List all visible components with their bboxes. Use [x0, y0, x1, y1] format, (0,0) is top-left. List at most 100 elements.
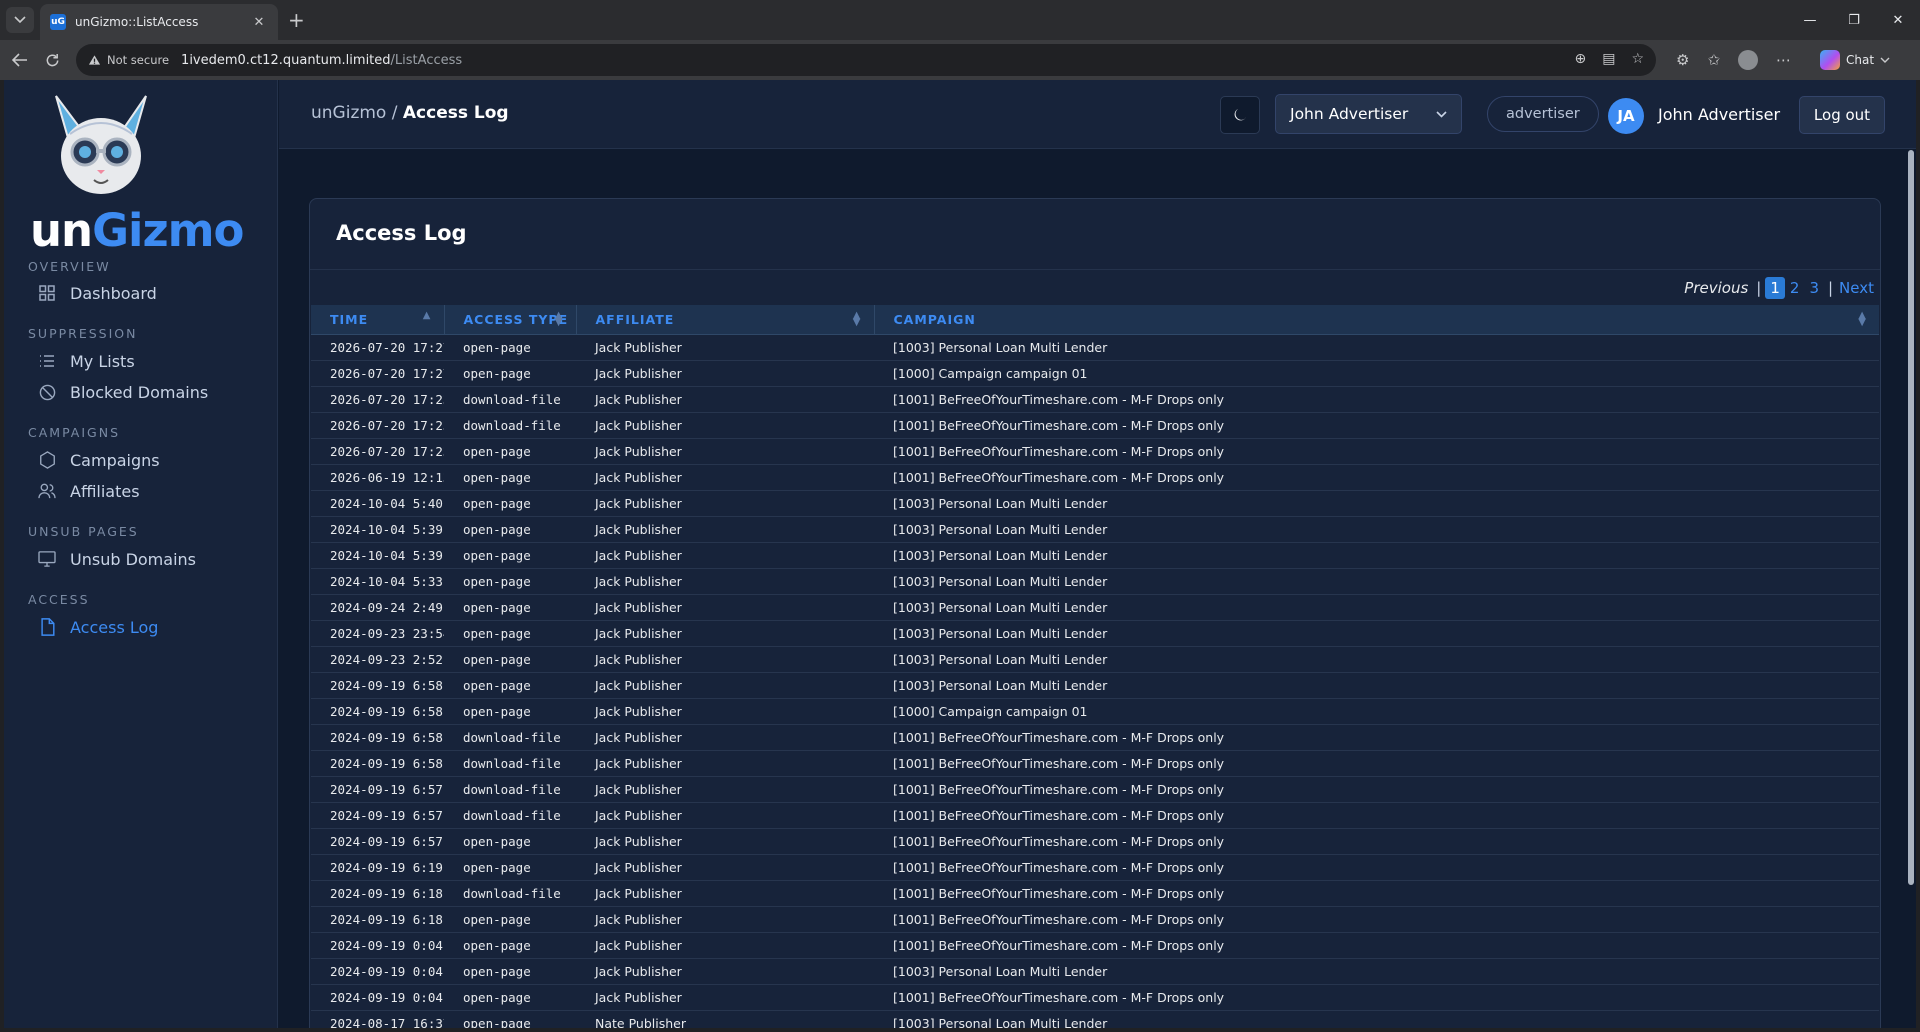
cell-time: 2024-09-19 6:57 — [311, 776, 444, 803]
table-row: 2024-10-04 5:39 open-page Jack Publisher [1… — [311, 516, 1879, 543]
cell-affiliate: Jack Publisher — [576, 360, 874, 387]
list-icon — [36, 350, 58, 372]
cell-campaign: [1001] BeFreeOfYourTimeshare.com - M-F D… — [874, 464, 1879, 491]
cell-campaign: [1003] Personal Loan Multi Lender — [874, 620, 1879, 647]
minimize-icon[interactable]: — — [1788, 0, 1832, 40]
sidebar-item-campaigns[interactable]: Campaigns — [36, 449, 160, 471]
warning-icon — [88, 55, 101, 65]
zoom-icon[interactable]: ⊕ — [1574, 51, 1586, 67]
cell-access-type: open-page — [444, 568, 576, 595]
column-header-campaign[interactable]: CAMPAIGN ▲ ▼ — [874, 305, 1879, 335]
pagination-previous[interactable]: Previous — [1684, 279, 1748, 297]
address-bar[interactable]: Not secure 1ivedem0.ct12.quantum.limited… — [76, 44, 1656, 76]
user-name: John Advertiser — [1658, 105, 1781, 124]
sidebar-item-my-lists[interactable]: My Lists — [36, 350, 135, 372]
cell-time: 2024-09-19 6:18 — [311, 906, 444, 933]
cell-affiliate: Jack Publisher — [576, 750, 874, 777]
window-controls: — ❐ ✕ — [1788, 0, 1920, 40]
column-header-access-type[interactable]: ACCESS TYPE ▲ ▼ — [444, 305, 577, 335]
cat-mascot-icon — [55, 95, 147, 194]
cell-time: 2024-09-23 2:52 — [311, 646, 444, 673]
table-row: 2026-06-19 12:13 open-page Jack Publisher[… — [311, 464, 1879, 491]
star-icon[interactable]: ☆ — [1631, 51, 1644, 67]
close-window-icon[interactable]: ✕ — [1876, 0, 1920, 40]
hexagon-icon — [36, 449, 58, 471]
cell-affiliate: Jack Publisher — [576, 516, 874, 543]
divider — [310, 269, 1880, 270]
extensions-icon[interactable]: ⚙ — [1676, 51, 1689, 69]
table-body: 2026-07-20 17:27 open-page Jack Publisher[… — [311, 334, 1879, 1028]
sidebar-item-unsub-domains[interactable]: Unsub Domains — [36, 548, 196, 570]
table-row: 2024-09-19 0:04 open-page Jack Publisher [1… — [311, 932, 1879, 959]
sort-asc-icon: ▲ — [422, 310, 432, 321]
table-row: 2024-09-19 6:57 download-file Jack Publish… — [311, 802, 1879, 829]
new-tab-icon[interactable]: + — [288, 8, 305, 32]
back-icon[interactable] — [8, 48, 32, 72]
cell-time: 2024-09-19 6:58 — [311, 698, 444, 725]
logout-button[interactable]: Log out — [1799, 96, 1885, 134]
pagination-page-1[interactable]: 1 — [1765, 277, 1785, 299]
sidebar-item-access-log[interactable]: Access Log — [36, 616, 158, 638]
sort-icon: ▲ ▼ — [554, 310, 564, 328]
cell-affiliate: Jack Publisher — [576, 464, 874, 491]
cell-campaign: [1003] Personal Loan Multi Lender — [874, 594, 1879, 621]
more-icon[interactable]: ⋯ — [1776, 51, 1791, 69]
sidebar-item-dashboard[interactable]: Dashboard — [36, 282, 157, 304]
reader-mode-icon[interactable]: ▤ — [1602, 51, 1615, 67]
tab-list-button[interactable] — [6, 7, 34, 33]
cell-access-type: open-page — [444, 1010, 576, 1028]
chat-button[interactable]: Chat — [1820, 48, 1890, 72]
cell-time: 2026-07-20 17:27 — [311, 334, 444, 361]
cell-time: 2024-09-19 6:57 — [311, 828, 444, 855]
cell-access-type: open-page — [444, 854, 576, 881]
browser-toolbar: Not secure 1ivedem0.ct12.quantum.limited… — [0, 40, 1920, 80]
favorites-icon[interactable]: ✩ — [1707, 51, 1720, 69]
cell-campaign: [1001] BeFreeOfYourTimeshare.com - M-F D… — [874, 906, 1879, 933]
table-row: 2024-09-19 6:58 open-page Jack Publisher [1… — [311, 672, 1879, 699]
cell-access-type: open-page — [444, 906, 576, 933]
profile-avatar[interactable] — [1738, 50, 1759, 70]
sidebar-item-blocked-domains[interactable]: Blocked Domains — [36, 381, 208, 403]
page-scrollbar[interactable] — [1906, 150, 1916, 1028]
breadcrumb-root[interactable]: unGizmo — [311, 103, 386, 123]
sidebar-item-label: Unsub Domains — [70, 549, 196, 569]
column-header-affiliate[interactable]: AFFILIATE ▲ ▼ — [576, 305, 875, 335]
cell-campaign: [1001] BeFreeOfYourTimeshare.com - M-F D… — [874, 438, 1879, 465]
user-switcher-select[interactable]: John Advertiser — [1275, 94, 1462, 134]
pagination-page-2[interactable]: 2 — [1785, 279, 1805, 297]
restore-icon[interactable]: ❐ — [1832, 0, 1876, 40]
cell-affiliate: Jack Publisher — [576, 438, 874, 465]
cell-campaign: [1000] Campaign campaign 01 — [874, 360, 1879, 387]
table-row: 2024-09-24 2:49 open-page Jack Publisher [1… — [311, 594, 1879, 621]
avatar[interactable]: JA — [1608, 98, 1644, 134]
cell-campaign: [1000] Campaign campaign 01 — [874, 698, 1879, 725]
pagination: Previous | 1 2 3 | Next — [1684, 277, 1874, 299]
sidebar: unGizmo OVERVIEW Dashboard SUPPRESSION M… — [4, 80, 278, 1028]
cell-time: 2024-10-04 5:39 — [311, 542, 444, 569]
pagination-page-3[interactable]: 3 — [1804, 279, 1824, 297]
role-badge: advertiser — [1487, 96, 1599, 132]
cell-affiliate: Jack Publisher — [576, 568, 874, 595]
cell-access-type: download-file — [444, 802, 576, 829]
theme-toggle-button[interactable] — [1220, 96, 1260, 134]
cell-time: 2024-09-19 6:58 — [311, 672, 444, 699]
cell-affiliate: Jack Publisher — [576, 906, 874, 933]
reload-icon[interactable] — [40, 48, 64, 72]
scrollbar-thumb[interactable] — [1908, 150, 1914, 885]
chevron-down-icon — [14, 16, 26, 24]
table-row: 2024-09-23 2:52 open-page Jack Publisher [1… — [311, 646, 1879, 673]
sort-icon: ▲ ▼ — [1858, 310, 1867, 328]
sidebar-item-affiliates[interactable]: Affiliates — [36, 480, 140, 502]
pagination-next[interactable]: Next — [1839, 279, 1874, 297]
table-row: 2026-07-20 17:23 download-file Jack Publis… — [311, 386, 1879, 413]
column-header-time[interactable]: TIME ▲ — [311, 305, 445, 335]
sidebar-item-label: Campaigns — [70, 450, 160, 470]
browser-tab[interactable]: uG unGizmo::ListAccess ✕ — [40, 4, 278, 40]
cell-access-type: open-page — [444, 698, 576, 725]
table-row: 2026-07-20 17:27 open-page Jack Publisher[… — [311, 360, 1879, 387]
cell-time: 2024-09-19 6:18 — [311, 880, 444, 907]
cell-access-type: open-page — [444, 594, 576, 621]
logo[interactable] — [28, 94, 238, 208]
cell-time: 2024-09-19 6:57 — [311, 802, 444, 829]
tab-close-icon[interactable]: ✕ — [250, 15, 268, 30]
